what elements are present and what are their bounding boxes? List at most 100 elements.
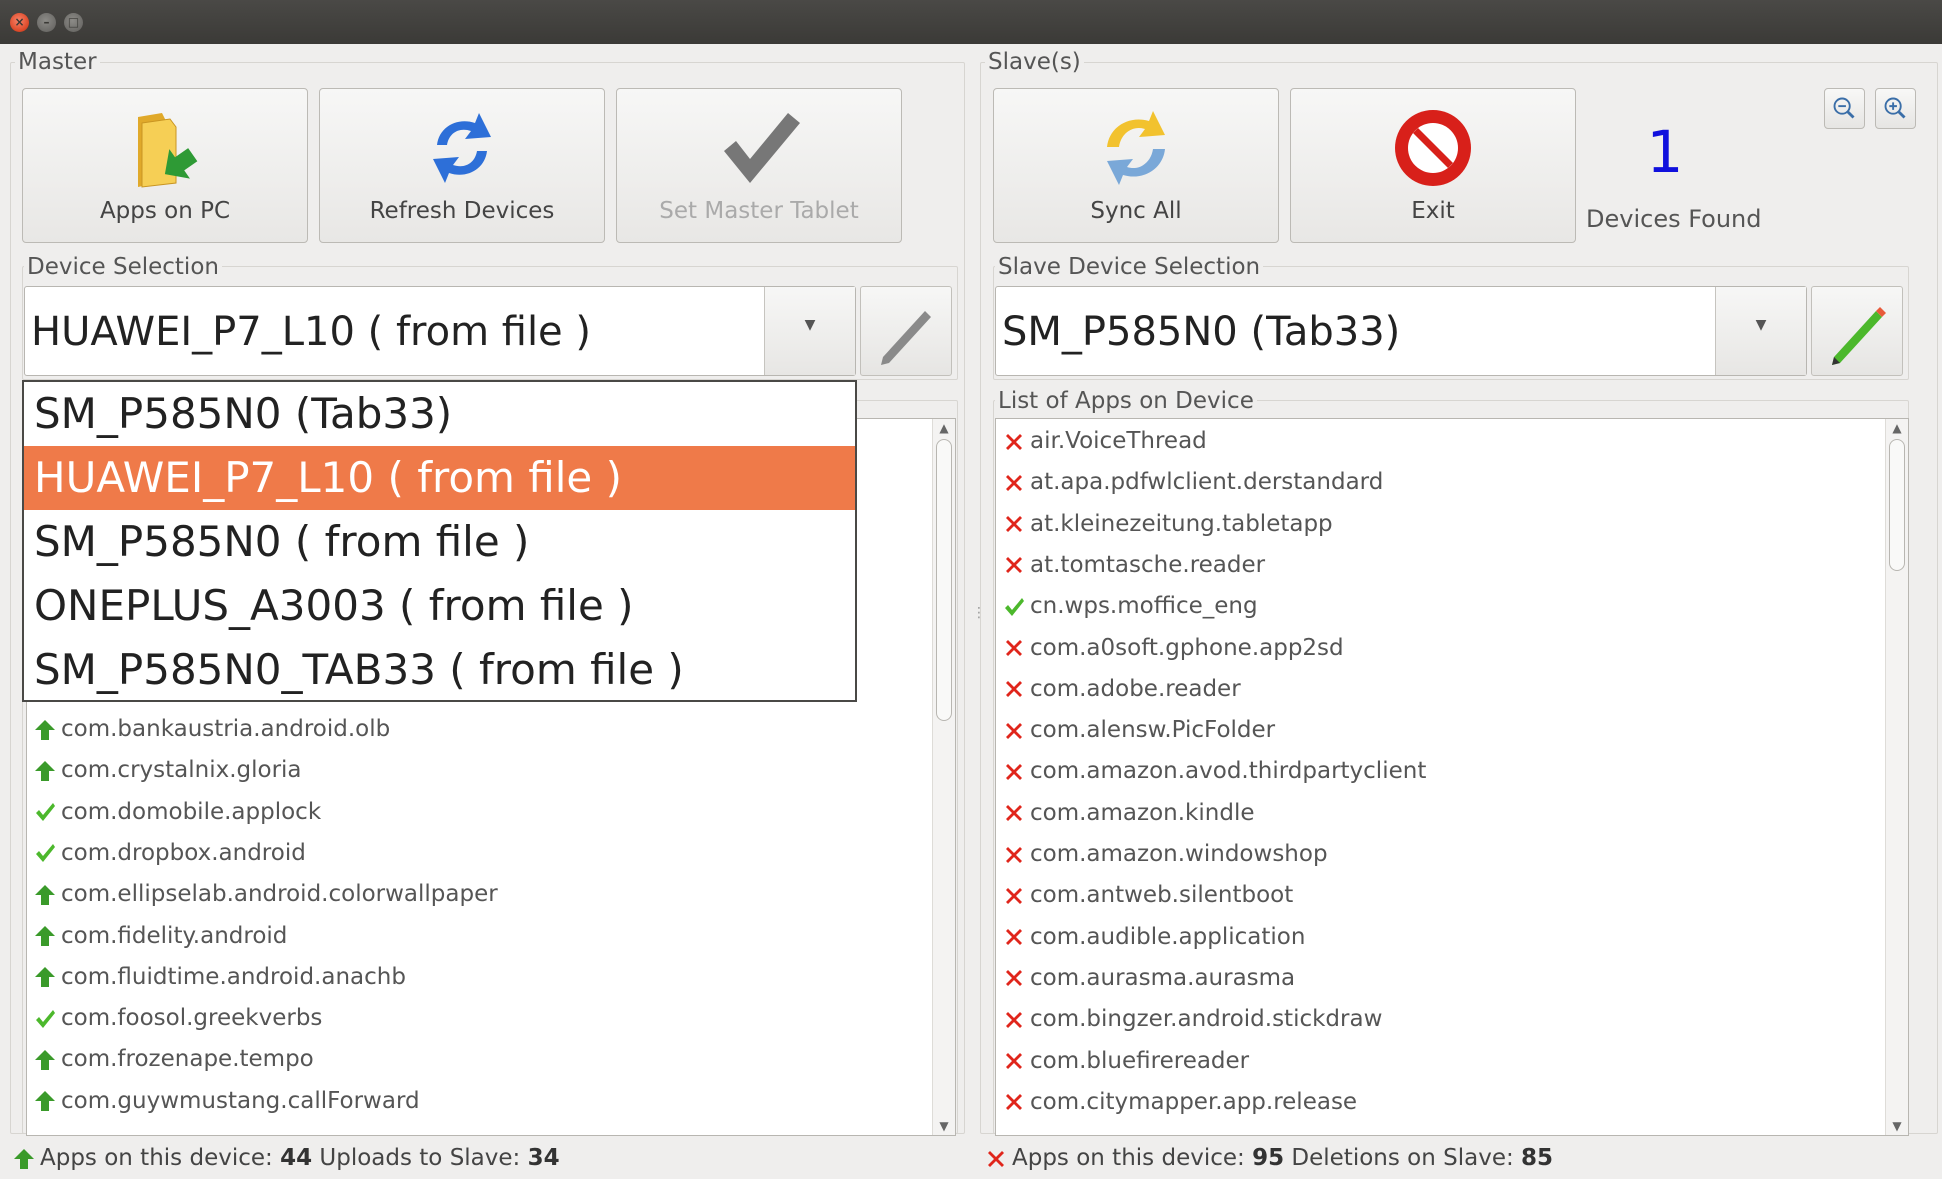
apps-on-pc-button[interactable]: Apps on PC — [22, 88, 308, 243]
window-maximize-button[interactable]: □ — [64, 13, 83, 32]
device-selection-label: Device Selection — [24, 254, 222, 280]
app-name: cn.wps.moffice_eng — [1030, 593, 1258, 620]
list-item[interactable]: com.crystalnix.gloria — [27, 750, 302, 791]
chevron-down-icon: ▼ — [1755, 317, 1767, 333]
master-device-value: HUAWEI_P7_L10 ( from file ) — [31, 309, 591, 355]
list-item[interactable]: at.apa.pdfwlclient.derstandard — [996, 462, 1383, 503]
list-item[interactable]: com.foosol.greekverbs — [27, 998, 322, 1039]
slave-apps-label-status: Apps on this device: — [1012, 1145, 1245, 1171]
scroll-down-icon[interactable]: ▼ — [933, 1119, 955, 1133]
delete-x-icon — [1006, 474, 1022, 491]
refresh-devices-button[interactable]: Refresh Devices — [319, 88, 605, 243]
uploads-label: Uploads to Slave: — [319, 1145, 521, 1171]
list-item[interactable]: com.ellipselab.android.colorwallpaper — [27, 874, 498, 915]
slave-apps-count: 95 — [1252, 1145, 1285, 1171]
master-device-dropdown-button[interactable]: ▼ — [764, 287, 855, 375]
app-name: com.frozenape.tempo — [61, 1046, 314, 1073]
app-name: com.domobile.applock — [61, 798, 322, 825]
dropdown-option[interactable]: ONEPLUS_A3003 ( from file ) — [24, 574, 855, 638]
list-item[interactable]: com.a0soft.gphone.app2sd — [996, 628, 1344, 669]
checkmark-icon — [36, 803, 55, 822]
app-name: com.a0soft.gphone.app2sd — [1030, 634, 1344, 661]
slave-app-list[interactable]: air.VoiceThread at.apa.pdfwlclient.dersta… — [995, 418, 1909, 1136]
list-item[interactable]: com.alensw.PicFolder — [996, 710, 1275, 751]
uploads-count: 34 — [527, 1145, 560, 1171]
upload-arrow-icon — [35, 760, 55, 781]
dropdown-option[interactable]: SM_P585N0_TAB33 ( from file ) — [24, 638, 855, 702]
devices-found-label: Devices Found — [1586, 205, 1762, 233]
app-name: com.fidelity.android — [61, 922, 288, 949]
app-name: com.foosol.greekverbs — [61, 1005, 323, 1032]
scroll-up-icon[interactable]: ▲ — [1886, 421, 1908, 435]
dropdown-option[interactable]: SM_P585N0 ( from file ) — [24, 510, 855, 574]
list-item[interactable]: com.domobile.applock — [27, 792, 321, 833]
list-item[interactable]: com.guywmustang.callForward — [27, 1081, 420, 1122]
slave-device-combobox[interactable]: SM_P585N0 (Tab33) ▼ — [995, 286, 1807, 376]
slave-group-label: Slave(s) — [985, 49, 1084, 75]
delete-x-icon — [1006, 887, 1022, 904]
list-item[interactable]: cn.wps.moffice_eng — [996, 586, 1258, 627]
list-item[interactable]: air.VoiceThread — [996, 421, 1207, 462]
list-item[interactable]: com.aurasma.aurasma — [996, 958, 1295, 999]
master-edit-button[interactable] — [860, 286, 952, 376]
dropdown-option-selected[interactable]: HUAWEI_P7_L10 ( from file ) — [24, 446, 855, 510]
scroll-up-icon[interactable]: ▲ — [933, 421, 955, 435]
slave-edit-button[interactable] — [1811, 286, 1903, 376]
slave-device-dropdown-button[interactable]: ▼ — [1715, 287, 1806, 375]
app-name: com.audible.application — [1030, 923, 1306, 950]
app-name: com.crystalnix.gloria — [61, 757, 302, 784]
dropdown-option[interactable]: SM_P585N0 (Tab33) — [24, 382, 855, 446]
list-item[interactable]: com.bluefirereader — [996, 1041, 1249, 1082]
list-item[interactable]: com.audible.application — [996, 917, 1305, 958]
sync-all-button[interactable]: Sync All — [993, 88, 1279, 243]
slave-status: Apps on this device: 95 Deletions on Sla… — [984, 1140, 1553, 1176]
window-minimize-button[interactable]: – — [37, 13, 56, 32]
app-name: com.guywmustang.callForward — [61, 1087, 420, 1114]
window-close-button[interactable]: × — [10, 13, 29, 32]
devices-found-count: 1 — [1646, 118, 1684, 186]
master-list-scroll-thumb[interactable] — [936, 439, 952, 721]
list-item[interactable]: com.amazon.avod.thirdpartyclient — [996, 751, 1426, 792]
app-name: com.amazon.avod.thirdpartyclient — [1030, 758, 1427, 785]
list-item[interactable]: com.bankaustria.android.olb — [27, 709, 390, 750]
list-item[interactable]: com.bingzer.android.stickdraw — [996, 999, 1382, 1040]
slave-list-scroll-thumb[interactable] — [1889, 439, 1905, 571]
stop-icon — [1395, 110, 1471, 186]
exit-label: Exit — [1411, 198, 1455, 224]
set-master-tablet-button[interactable]: Set Master Tablet — [616, 88, 902, 243]
list-item[interactable]: com.frozenape.tempo — [27, 1039, 314, 1080]
list-item[interactable]: com.fidelity.android — [27, 916, 287, 957]
app-name: com.bingzer.android.stickdraw — [1030, 1006, 1383, 1033]
delete-x-icon — [1006, 433, 1022, 450]
scroll-down-icon[interactable]: ▼ — [1886, 1119, 1908, 1133]
app-name: com.amazon.windowshop — [1030, 841, 1328, 867]
list-item[interactable]: at.kleinezeitung.tabletapp — [996, 504, 1333, 545]
master-device-combobox[interactable]: HUAWEI_P7_L10 ( from file ) ▼ — [24, 286, 856, 376]
upload-arrow-icon — [35, 1091, 55, 1112]
list-item[interactable]: at.tomtasche.reader — [996, 545, 1265, 586]
deletions-count: 85 — [1521, 1145, 1554, 1171]
slave-list-scrollbar[interactable]: ▲ ▼ — [1885, 419, 1908, 1135]
list-item[interactable]: com.amazon.kindle — [996, 793, 1255, 834]
list-item[interactable]: com.fluidtime.android.anachb — [27, 957, 406, 998]
zoom-in-button[interactable] — [1875, 88, 1916, 129]
pencil-icon — [881, 311, 931, 365]
app-name: com.ellipselab.android.colorwallpaper — [61, 881, 498, 908]
list-item[interactable]: com.antweb.silentboot — [996, 875, 1293, 916]
delete-x-icon — [1006, 1053, 1022, 1069]
exit-button[interactable]: Exit — [1290, 88, 1576, 243]
slave-device-selection-label: Slave Device Selection — [995, 254, 1264, 280]
list-item[interactable]: com.amazon.windowshop — [996, 834, 1328, 875]
master-list-scrollbar[interactable]: ▲ ▼ — [932, 419, 955, 1135]
set-master-tablet-label: Set Master Tablet — [659, 198, 859, 224]
app-name: air.VoiceThread — [1030, 428, 1207, 454]
delete-x-icon — [1006, 1094, 1022, 1111]
list-item[interactable]: com.dropbox.android — [27, 833, 306, 874]
upload-arrow-icon — [35, 1049, 55, 1070]
list-item[interactable]: com.citymapper.app.release — [996, 1082, 1357, 1123]
zoom-in-icon — [1884, 97, 1906, 119]
zoom-out-button[interactable] — [1824, 88, 1865, 129]
list-item[interactable]: com.adobe.reader — [996, 669, 1241, 710]
delete-x-icon — [1006, 681, 1022, 698]
delete-x-icon — [1006, 722, 1022, 739]
